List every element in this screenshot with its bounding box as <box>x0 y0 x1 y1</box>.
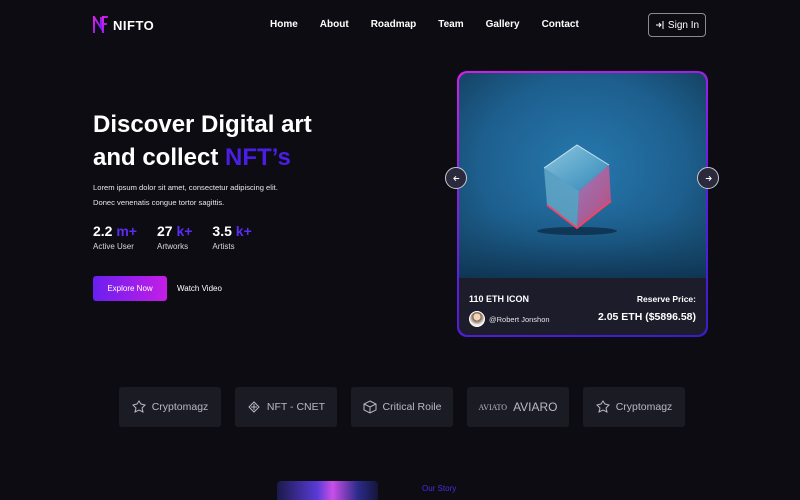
sign-in-label: Sign In <box>667 19 700 31</box>
stat-label: Active User <box>93 242 134 251</box>
stat-value: 27 <box>156 223 173 239</box>
hero-description-line1: Lorem ipsum dolor sit amet, consectetur … <box>93 183 278 192</box>
partner-logos: Cryptomagz NFT - CNET Critical Roile AVI… <box>119 387 685 427</box>
stat-artists: 3.5 k+ Artists <box>212 222 251 251</box>
sign-in-icon <box>655 21 664 29</box>
nav-link-home[interactable]: Home <box>270 19 298 30</box>
owner-handle[interactable]: @Robert Jonshon <box>489 315 550 324</box>
stat-value: 2.2 <box>93 223 113 239</box>
nft-artwork-image <box>459 73 706 278</box>
hero-description-line2: Donec venenatis congue tortor sagittis. <box>93 198 225 207</box>
top-nav: NIFTO Home About Roadmap Team Gallery Co… <box>0 0 800 52</box>
nav-links: Home About Roadmap Team Gallery Contact <box>270 19 579 30</box>
story-image <box>277 481 378 500</box>
nft-name: 110 ETH ICON <box>469 294 530 304</box>
partner-cryptomagz-2[interactable]: Cryptomagz <box>583 387 685 427</box>
stat-label: Artworks <box>156 242 189 251</box>
hero-description: Lorem ipsum dolor sit amet, consectetur … <box>93 180 343 210</box>
brand-name: NIFTO <box>113 17 155 33</box>
nav-link-gallery[interactable]: Gallery <box>486 19 520 30</box>
partner-name: Critical Roile <box>382 401 442 413</box>
our-story-label: Our Story <box>422 484 457 493</box>
carousel-prev-button[interactable] <box>445 167 467 189</box>
partner-nft-cnet[interactable]: NFT - CNET <box>235 387 337 427</box>
cryptomagz-icon <box>595 400 610 413</box>
partner-aviaro[interactable]: AVIATO AVIARO <box>467 387 569 427</box>
nav-link-contact[interactable]: Contact <box>542 19 579 30</box>
partner-name: AVIARO <box>513 400 558 414</box>
reserve-price-label: Reserve Price: <box>636 294 696 304</box>
nf-logo-icon <box>93 16 108 33</box>
cube-icon <box>363 400 377 414</box>
stat-unit: k+ <box>235 223 252 239</box>
featured-nft-card[interactable]: 110 ETH ICON Reserve Price: @Robert Jons… <box>459 73 706 335</box>
arrow-left-icon <box>452 175 459 181</box>
carousel-next-button[interactable] <box>697 167 719 189</box>
partner-name: Cryptomagz <box>615 401 673 413</box>
featured-card-info: 110 ETH ICON Reserve Price: @Robert Jons… <box>459 278 706 335</box>
hero-title-line2: and collect NFT’s <box>93 141 393 174</box>
nav-link-about[interactable]: About <box>320 19 349 30</box>
stat-artworks: 27 k+ Artworks <box>157 222 192 251</box>
watch-video-link[interactable]: Watch Video <box>177 284 222 293</box>
stat-unit: m+ <box>116 223 137 239</box>
cryptomagz-icon <box>131 400 146 413</box>
hero-title-accent: NFT’s <box>225 144 291 171</box>
stat-unit: k+ <box>176 223 193 239</box>
owner-avatar[interactable] <box>469 311 485 327</box>
aviato-icon: AVIATO <box>478 402 508 412</box>
nav-link-team[interactable]: Team <box>438 19 463 30</box>
hero-title-line1: Discover Digital art <box>93 111 312 138</box>
partner-critical-roile[interactable]: Critical Roile <box>351 387 453 427</box>
partner-cryptomagz[interactable]: Cryptomagz <box>119 387 221 427</box>
cnet-icon <box>248 401 260 413</box>
reserve-price-value: 2.05 ETH ($5896.58) <box>597 311 696 323</box>
partner-name: Cryptomagz <box>151 401 209 413</box>
hero-title: Discover Digital art and collect NFT’s <box>93 108 393 174</box>
stat-active-users: 2.2 m+ Active User <box>93 222 137 251</box>
arrow-right-icon <box>705 175 712 181</box>
explore-now-button[interactable]: Explore Now <box>93 276 167 301</box>
partner-name: NFT - CNET <box>266 401 326 413</box>
stats-row: 2.2 m+ Active User 27 k+ Artworks 3.5 k+… <box>93 222 272 251</box>
stat-value: 3.5 <box>212 223 232 239</box>
hero-title-line2-prefix: and collect <box>93 144 226 171</box>
nav-link-roadmap[interactable]: Roadmap <box>371 19 417 30</box>
sign-in-button[interactable]: Sign In <box>648 13 706 37</box>
brand-logo[interactable]: NIFTO <box>93 16 154 34</box>
stat-label: Artists <box>212 242 235 251</box>
